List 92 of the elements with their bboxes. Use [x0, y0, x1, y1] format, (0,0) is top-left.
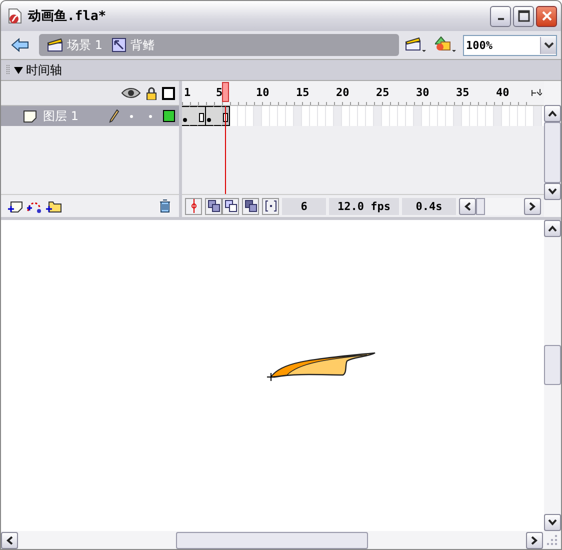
onion-markers-button[interactable] — [262, 198, 279, 214]
window-title: 动画鱼.fla* — [28, 8, 108, 25]
frame-cell[interactable] — [182, 106, 190, 126]
elapsed-time-field: 0.4s — [402, 198, 456, 214]
horizontal-scrollbar[interactable] — [1, 532, 543, 548]
scroll-thumb[interactable] — [544, 345, 561, 385]
frame-number: 1 — [184, 86, 191, 99]
add-layer-icon[interactable] — [7, 199, 23, 213]
clapperboard-icon — [405, 36, 427, 54]
edit-scene-button[interactable] — [403, 36, 429, 54]
maximize-icon — [518, 10, 530, 22]
add-folder-icon[interactable] — [45, 199, 62, 213]
frame-number: 15 — [296, 86, 310, 99]
frame-rate-field: 12.0 fps — [329, 198, 399, 214]
chevron-up-icon — [548, 225, 557, 232]
chevron-down-icon — [548, 188, 557, 195]
chevron-left-icon — [464, 202, 471, 210]
clapperboard-icon — [47, 38, 63, 52]
frame-number: 10 — [256, 86, 270, 99]
chevron-up-icon — [548, 110, 557, 117]
onion-skin-button[interactable] — [205, 198, 222, 214]
resize-grip-icon[interactable] — [545, 533, 559, 547]
frame-number: 35 — [456, 86, 470, 99]
empty-frame-cell[interactable] — [334, 106, 342, 126]
scroll-thumb[interactable] — [176, 532, 368, 548]
stacked-squares-icon — [244, 200, 256, 212]
empty-frame-cell[interactable] — [254, 106, 262, 126]
breadcrumb-item[interactable]: 场景 1 — [47, 36, 102, 54]
eye-icon — [121, 87, 141, 99]
chevron-down-icon — [544, 42, 554, 48]
lock-icon — [146, 86, 157, 100]
frame-row[interactable] — [182, 106, 544, 126]
chevron-down-icon — [548, 519, 557, 526]
onion-outline-button[interactable] — [222, 198, 239, 214]
maximize-button[interactable] — [513, 6, 534, 26]
empty-frame-cell[interactable] — [454, 106, 462, 126]
document-icon — [8, 8, 22, 24]
scroll-thumb[interactable] — [476, 198, 485, 214]
frame-number: 20 — [336, 86, 350, 99]
minimize-icon — [498, 18, 504, 20]
brackets-icon — [264, 200, 276, 212]
frame-cell[interactable] — [198, 106, 206, 126]
trash-icon[interactable] — [159, 199, 171, 213]
empty-frame-cell[interactable] — [534, 106, 542, 126]
back-arrow-icon — [11, 38, 29, 52]
chevron-right-icon — [529, 202, 536, 210]
edit-symbols-button[interactable] — [433, 36, 459, 54]
center-frame-button[interactable] — [185, 198, 202, 214]
layer-row[interactable]: 图层 1 — [1, 106, 179, 126]
frame-number: 5 — [216, 86, 223, 99]
chevron-right-icon — [531, 536, 538, 544]
keyframe-dot — [183, 118, 187, 122]
scroll-thumb[interactable] — [544, 122, 561, 183]
frame-cell[interactable] — [206, 106, 214, 126]
empty-frame-cell[interactable] — [414, 106, 422, 126]
outline-square-icon — [162, 86, 175, 100]
frame-number: 40 — [496, 86, 510, 99]
end-frame-marker — [199, 113, 204, 122]
breadcrumb-item[interactable]: 背鳍 — [112, 36, 154, 54]
visibility-dot[interactable] — [130, 114, 133, 118]
horizontal-scrollbar[interactable] — [459, 198, 541, 214]
close-button[interactable] — [536, 6, 557, 26]
caret-icon — [14, 66, 23, 74]
chevron-left-icon — [6, 536, 13, 544]
minimize-button[interactable] — [490, 6, 511, 26]
current-frame-field: 6 — [282, 198, 326, 214]
lock-dot[interactable] — [149, 114, 152, 118]
empty-frame-cell[interactable] — [374, 106, 382, 126]
frame-number: 25 — [376, 86, 390, 99]
layer-icon — [23, 110, 37, 122]
layer-name: 图层 1 — [43, 108, 80, 124]
zoom-dropdown[interactable]: 100% — [463, 34, 557, 56]
timeline-toggle[interactable]: 时间轴 — [14, 62, 62, 78]
pencil-icon — [109, 109, 119, 123]
close-icon — [540, 10, 552, 22]
keyframe-dot — [207, 118, 211, 122]
empty-frame-cell[interactable] — [494, 106, 502, 126]
edit-multiple-frames-button[interactable] — [242, 198, 259, 214]
shapes-icon — [435, 36, 457, 54]
layer-color-swatch[interactable] — [163, 110, 175, 122]
playhead-icon — [190, 199, 198, 213]
vertical-scrollbar[interactable] — [544, 81, 561, 217]
frame-view-menu-icon[interactable] — [530, 88, 542, 98]
frame-cell[interactable] — [190, 106, 198, 126]
overlapping-squares-icon — [224, 200, 236, 212]
empty-frame-cell[interactable] — [294, 106, 302, 126]
overlapping-squares-icon — [208, 200, 220, 212]
grip-icon — [6, 65, 10, 75]
symbol-icon — [112, 38, 126, 52]
vertical-scrollbar[interactable] — [544, 220, 561, 531]
frame-number: 30 — [416, 86, 430, 99]
frame-cell[interactable] — [214, 106, 222, 126]
